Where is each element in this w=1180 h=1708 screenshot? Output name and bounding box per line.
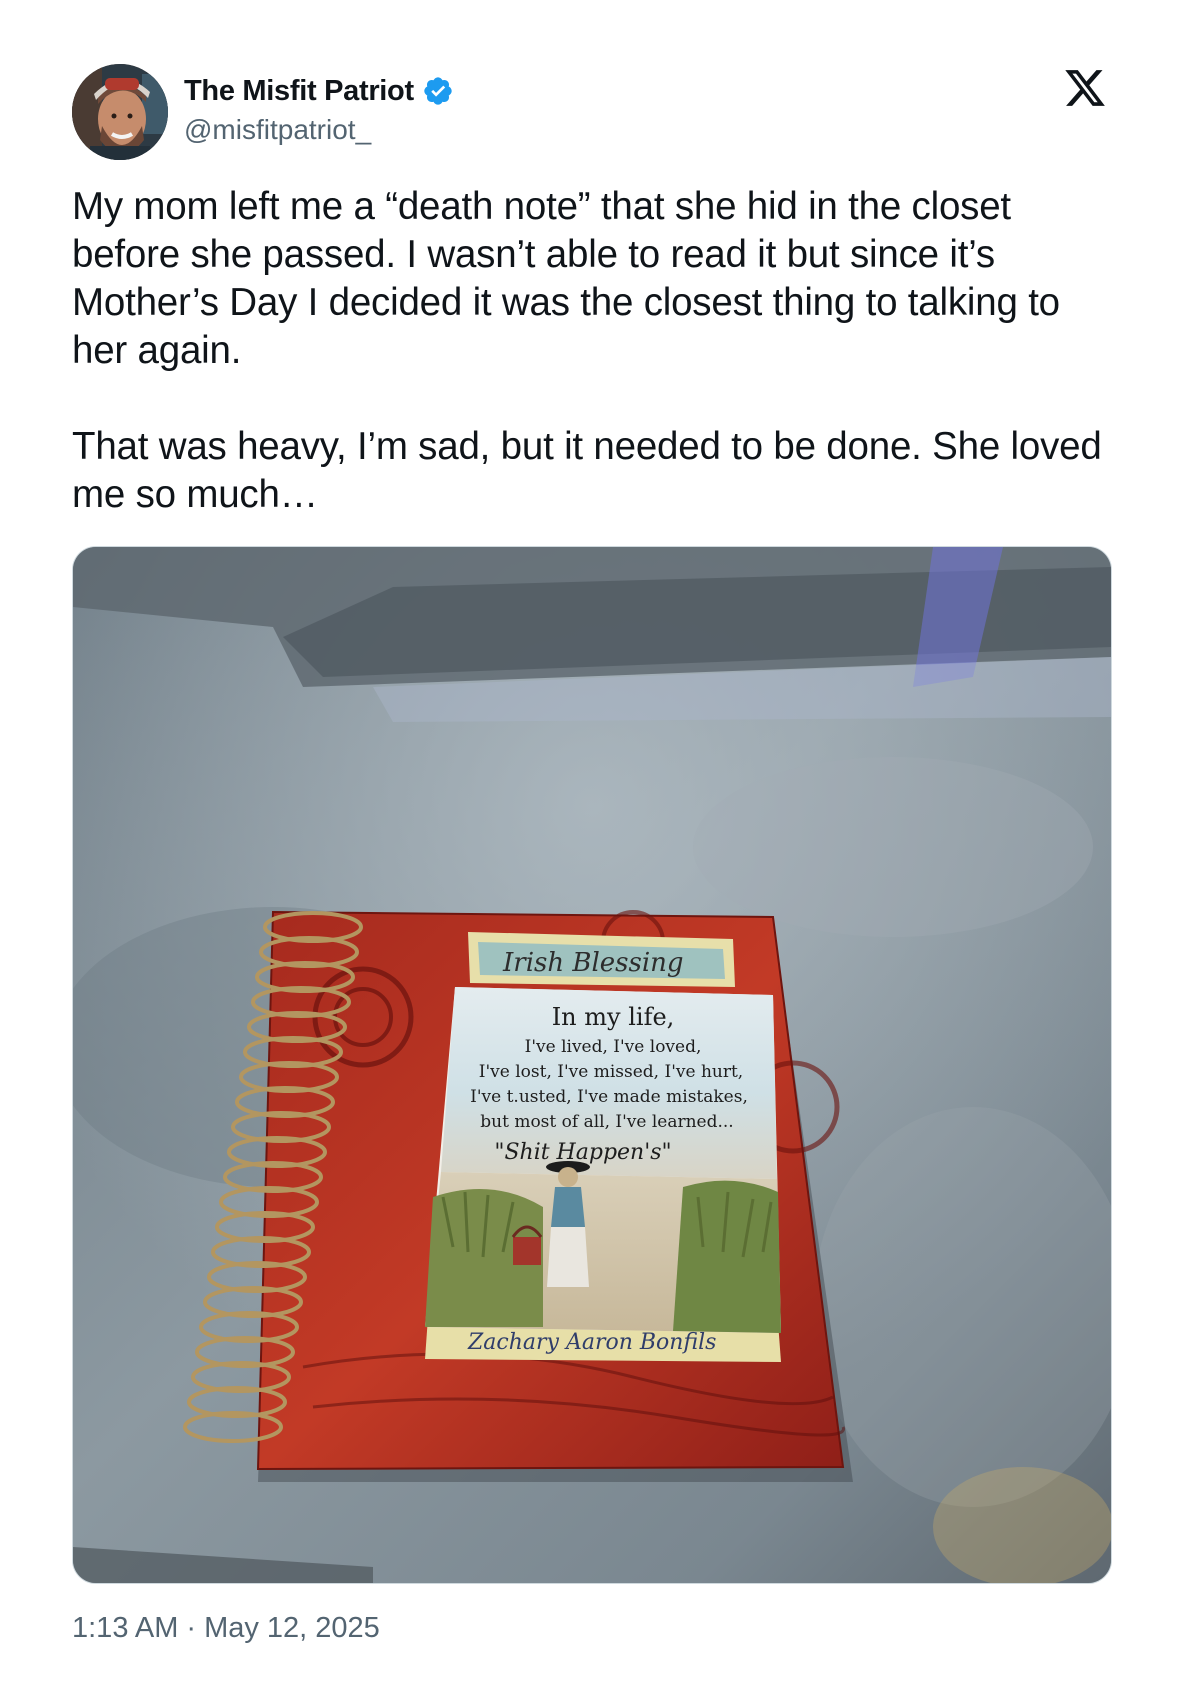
- tweet-date: May 12, 2025: [204, 1612, 380, 1644]
- card-line: "Shit Happen's": [494, 1140, 671, 1165]
- tweet-paragraph: My mom left me a “death note” that she h…: [72, 185, 1060, 372]
- verified-badge-icon[interactable]: [422, 75, 454, 107]
- tweet-card: The Misfit Patriot @misfitpatriot_ My mo…: [0, 0, 1180, 1708]
- signature: Zachary Aaron Bonfils: [467, 1330, 716, 1355]
- avatar[interactable]: [72, 64, 168, 160]
- tweet-paragraph: That was heavy, I’m sad, but it needed t…: [72, 425, 1102, 516]
- tweet-timestamp[interactable]: 1:13 AM · May 12, 2025: [72, 1612, 380, 1645]
- card-line: I've lost, I've missed, I've hurt,: [479, 1062, 743, 1082]
- card-line: In my life,: [552, 1003, 675, 1031]
- blessing-card: In my life, I've lived, I've loved, I've…: [425, 987, 781, 1333]
- tweet-text: My mom left me a “death note” that she h…: [72, 183, 1112, 519]
- author-handle[interactable]: @misfitpatriot_: [184, 114, 454, 146]
- author-name-row: The Misfit Patriot: [184, 74, 454, 108]
- x-logo-icon[interactable]: [1062, 66, 1108, 110]
- timestamp-separator: ·: [186, 1612, 197, 1644]
- author-info: The Misfit Patriot @misfitpatriot_: [184, 74, 454, 146]
- card-line: but most of all, I've learned...: [480, 1112, 733, 1132]
- card-line: I've t.usted, I've made mistakes,: [470, 1087, 748, 1107]
- photo-illustration: Irish Blessing Zachary Aaron Bonfils In …: [73, 547, 1111, 1583]
- card-line: I've lived, I've loved,: [525, 1037, 702, 1057]
- author-display-name[interactable]: The Misfit Patriot: [184, 75, 414, 108]
- tweet-photo[interactable]: Irish Blessing Zachary Aaron Bonfils In …: [72, 546, 1112, 1584]
- tweet-time: 1:13 AM: [72, 1612, 179, 1644]
- notebook-title: Irish Blessing: [502, 948, 684, 978]
